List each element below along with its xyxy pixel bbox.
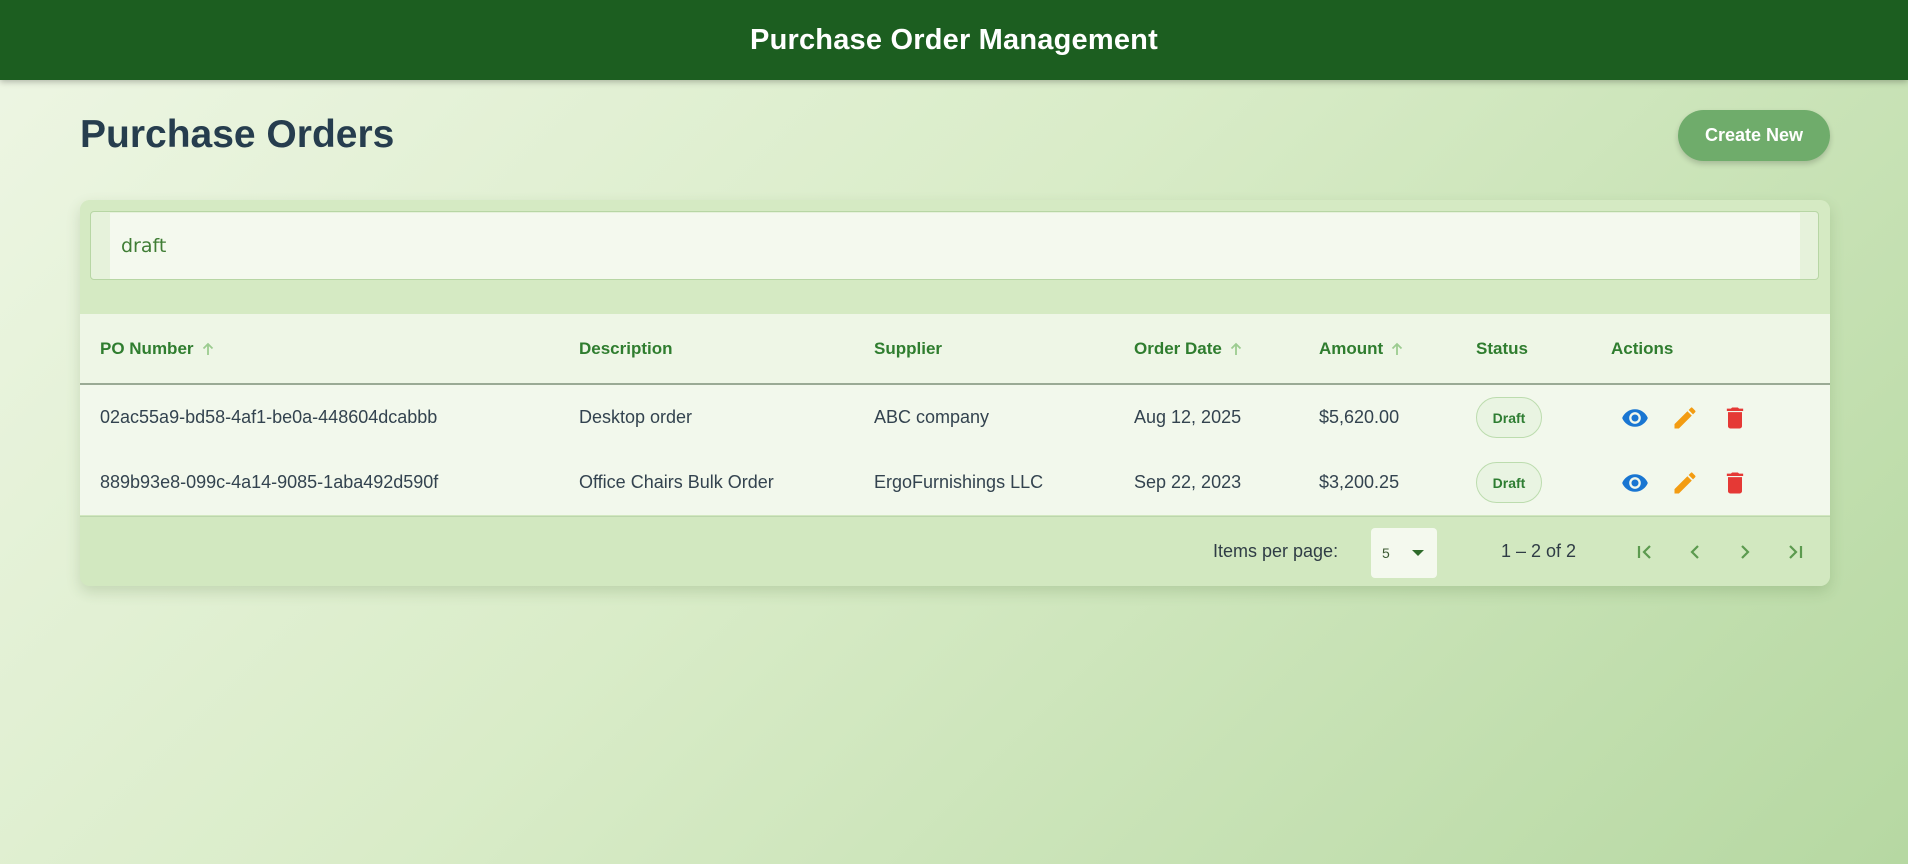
column-header-po-number[interactable]: PO Number (100, 339, 216, 359)
trash-icon (1726, 407, 1744, 429)
items-per-page-value: 5 (1382, 545, 1390, 561)
po-number-cell: 02ac55a9-bd58-4af1-be0a-448604dcabbb (100, 407, 438, 427)
column-header-order-date[interactable]: Order Date (1134, 339, 1244, 359)
description-cell: Desktop order (579, 407, 693, 427)
filter-field (90, 211, 1819, 280)
orders-table: PO Number Description Supplier Order Dat… (80, 314, 1830, 515)
page-title: Purchase Orders (80, 113, 395, 156)
first-page-icon (1637, 545, 1651, 559)
column-header-supplier[interactable]: Supplier (874, 339, 942, 359)
column-header-actions: Actions (1611, 339, 1673, 359)
last-page-icon (1789, 545, 1803, 559)
sort-arrow-icon (1230, 342, 1242, 355)
items-per-page-select[interactable]: 5 (1371, 528, 1437, 578)
column-header-label: Amount (1319, 339, 1384, 358)
view-button[interactable] (1620, 468, 1650, 498)
amount-cell: $5,620.00 (1319, 407, 1400, 427)
pencil-icon (1674, 472, 1696, 494)
column-header-status: Status (1476, 339, 1528, 359)
table-header: PO Number Description Supplier Order Dat… (80, 314, 1830, 385)
table-row: 889b93e8-099c-4a14-9085-1aba492d590f Off… (80, 450, 1830, 515)
description-cell: Office Chairs Bulk Order (579, 472, 774, 492)
column-header-label: Actions (1611, 339, 1674, 358)
delete-button[interactable] (1720, 403, 1750, 433)
order-date-cell: Aug 12, 2025 (1134, 407, 1242, 427)
supplier-cell: ErgoFurnishings LLC (874, 472, 1044, 492)
po-number-cell: 889b93e8-099c-4a14-9085-1aba492d590f (100, 472, 439, 492)
column-header-amount[interactable]: Amount (1319, 339, 1405, 359)
paginator: Items per page: 5 1 – 2 of 2 (80, 516, 1830, 586)
filter-area (80, 200, 1830, 314)
chevron-right-icon (1741, 545, 1750, 559)
previous-page-button[interactable] (1677, 534, 1713, 570)
status-badge: Draft (1476, 462, 1542, 503)
last-page-button[interactable] (1777, 534, 1813, 570)
view-button[interactable] (1620, 403, 1650, 433)
column-header-label: Supplier (874, 339, 943, 358)
dropdown-caret-icon (1412, 550, 1424, 556)
pencil-icon (1674, 407, 1696, 429)
app-header: Purchase Order Management (0, 0, 1908, 80)
orders-card: PO Number Description Supplier Order Dat… (80, 200, 1830, 586)
chevron-left-icon (1690, 545, 1699, 559)
column-header-label: Status (1476, 339, 1528, 358)
edit-button[interactable] (1670, 468, 1700, 498)
sort-arrow-icon (1392, 342, 1403, 355)
column-header-label: Order Date (1134, 339, 1222, 358)
eye-icon (1622, 409, 1648, 427)
sort-arrow-icon (202, 342, 213, 355)
create-new-button[interactable]: Create New (1678, 110, 1830, 161)
table-row: 02ac55a9-bd58-4af1-be0a-448604dcabbb Des… (80, 385, 1830, 450)
amount-cell: $3,200.25 (1319, 472, 1400, 492)
items-per-page-label: Items per page: (1213, 541, 1339, 561)
delete-button[interactable] (1720, 468, 1750, 498)
status-badge: Draft (1476, 397, 1542, 438)
trash-icon (1726, 472, 1744, 494)
edit-button[interactable] (1670, 403, 1700, 433)
first-page-button[interactable] (1627, 534, 1663, 570)
page-range: 1 – 2 of 2 (1501, 541, 1577, 561)
next-page-button[interactable] (1727, 534, 1763, 570)
order-date-cell: Sep 22, 2023 (1134, 472, 1242, 492)
supplier-cell: ABC company (874, 407, 990, 427)
filter-input[interactable] (110, 213, 1800, 279)
app-title: Purchase Order Management (750, 23, 1158, 56)
column-header-label: PO Number (100, 339, 194, 358)
column-header-description[interactable]: Description (579, 339, 673, 359)
column-header-label: Description (579, 339, 673, 358)
eye-icon (1622, 474, 1648, 492)
